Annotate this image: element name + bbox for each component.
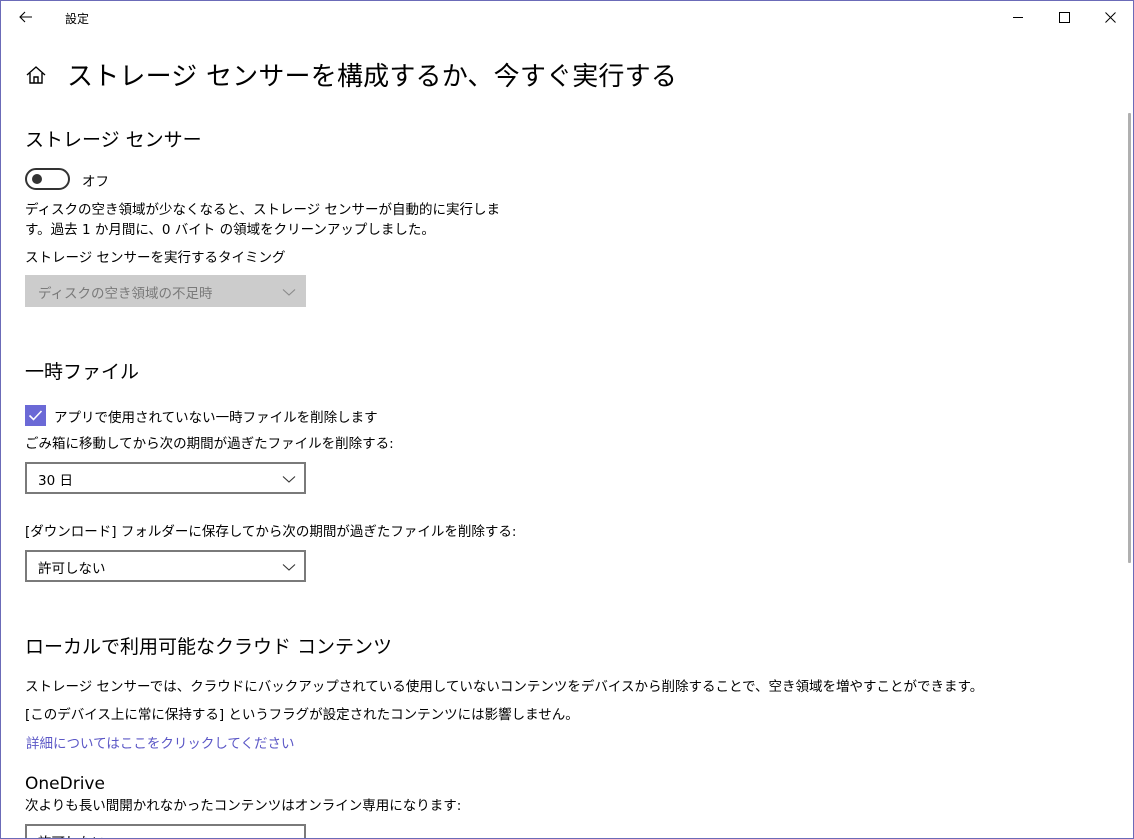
timing-dropdown-value: ディスクの空き領域の不足時: [38, 286, 213, 302]
minimize-icon: [1012, 16, 1023, 18]
cloud-content-heading: ローカルで利用可能なクラウド コンテンツ: [25, 636, 393, 658]
onedrive-dropdown-value: 許可しない: [38, 831, 106, 838]
maximize-button[interactable]: [1041, 1, 1087, 33]
downloads-label: [ダウンロード] フォルダーに保存してから次の期間が過ぎたファイルを削除する:: [25, 524, 517, 540]
back-button[interactable]: [11, 5, 41, 29]
timing-dropdown: ディスクの空き領域の不足時: [25, 275, 306, 307]
minimize-button[interactable]: [995, 1, 1041, 33]
chevron-down-icon: [282, 834, 296, 839]
cloud-content-description2: [このデバイス上に常に保持する] というフラグが設定されたコンテンツには影響しま…: [25, 707, 579, 723]
close-icon: [1104, 11, 1116, 23]
timing-label: ストレージ センサーを実行するタイミング: [25, 250, 286, 266]
onedrive-heading: OneDrive: [25, 774, 105, 794]
close-button[interactable]: [1087, 1, 1133, 33]
settings-window: 設定 ストレージ センサーを構成するか、今すぐ実行する ストレージ センサー オ…: [0, 0, 1134, 839]
chevron-down-icon: [282, 476, 296, 483]
home-icon[interactable]: [25, 64, 47, 86]
storage-sense-description-line2: す。過去 1 か月間に、0 バイト の領域をクリーンアップしました。: [25, 222, 435, 238]
toggle-knob: [32, 174, 42, 184]
recycle-bin-label: ごみ箱に移動してから次の期間が過ぎたファイルを削除する:: [25, 436, 394, 452]
delete-temp-files-checkbox[interactable]: [25, 405, 46, 426]
onedrive-label: 次よりも長い間開かれなかったコンテンツはオンライン専用になります:: [25, 798, 462, 814]
page-title: ストレージ センサーを構成するか、今すぐ実行する: [67, 62, 678, 92]
window-title: 設定: [65, 12, 90, 26]
cloud-content-description1: ストレージ センサーでは、クラウドにバックアップされている使用していないコンテン…: [25, 679, 984, 695]
maximize-icon: [1058, 11, 1070, 23]
chevron-down-icon: [282, 564, 296, 571]
onedrive-dropdown[interactable]: 許可しない: [25, 824, 306, 839]
back-arrow-icon: [19, 11, 32, 23]
chevron-down-icon: [282, 289, 296, 296]
title-bar: 設定: [1, 1, 1133, 33]
scrollbar[interactable]: [1128, 113, 1131, 563]
downloads-dropdown[interactable]: 許可しない: [25, 550, 306, 582]
delete-temp-files-label: アプリで使用されていない一時ファイルを削除します: [54, 410, 378, 426]
temp-files-heading: 一時ファイル: [25, 361, 140, 383]
recycle-bin-dropdown-value: 30 日: [38, 473, 73, 489]
downloads-dropdown-value: 許可しない: [38, 561, 106, 577]
storage-sense-heading: ストレージ センサー: [25, 129, 202, 151]
recycle-bin-dropdown[interactable]: 30 日: [25, 462, 306, 494]
storage-sense-toggle[interactable]: [25, 168, 70, 190]
storage-sense-description-line1: ディスクの空き領域が少なくなると、ストレージ センサーが自動的に実行しま: [25, 202, 501, 218]
check-icon: [28, 410, 43, 421]
toggle-state-label: オフ: [82, 174, 109, 190]
learn-more-link[interactable]: 詳細についてはここをクリックしてください: [26, 732, 295, 752]
